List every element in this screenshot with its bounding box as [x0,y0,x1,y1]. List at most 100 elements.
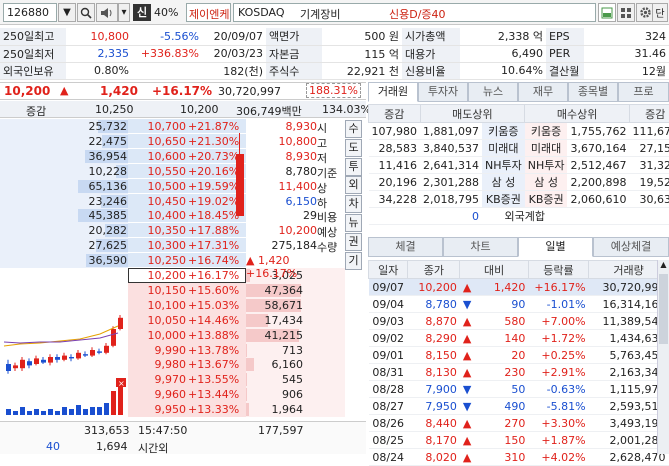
lower-tabs: 체결차트일별예상체결 [368,237,669,257]
tab-0[interactable]: 거래원 [368,82,418,102]
info-value: 12월 [584,62,669,79]
bid-qty: 58,671 [265,299,304,312]
candle [34,358,39,364]
candle [62,356,67,360]
candle [118,318,123,329]
broker-cell: 30,637 [629,191,669,208]
daily-row[interactable]: 08/277,950▼490-5.81%2,593,513 [369,398,669,415]
info-value: 2,338 억 [460,28,546,45]
info-row: 250일최저2,335+336.83%20/03/23자본금115 억대용가6,… [0,45,669,62]
down-arrow-icon: ▼ [463,400,471,413]
side-button[interactable]: 수 [345,120,362,138]
stock-code-input[interactable]: 126880 [3,3,57,22]
lower-tab-1[interactable]: 차트 [443,237,518,257]
daily-rate: -5.81% [528,398,588,415]
daily-close: 10,200 [408,279,460,296]
sound-dropdown-icon[interactable]: ▾ [118,3,130,22]
daily-close: 8,870 [408,313,460,330]
daily-row[interactable]: 08/318,130▲230+2.91%2,163,344 [369,364,669,381]
side-button[interactable]: 외 [345,176,362,194]
ask-pct: +17.88% [188,224,239,237]
info-value: 22,921 천 [322,62,402,79]
broker-cell: 107,980 [369,123,421,140]
broker-cell: KB증권 [482,191,525,208]
candle [69,357,74,358]
daily-row[interactable]: 09/048,780▼90-1.01%16,314,168 [369,296,669,313]
broker-cell: 19,527 [629,174,669,191]
daily-row[interactable]: 09/038,870▲580+7.00%11,389,547 [369,313,669,330]
grid-icon[interactable] [617,3,635,22]
broker-row[interactable]: 28,5833,840,537미래대미래대3,670,16427,159 [369,140,669,157]
tab-2[interactable]: 뉴스 [468,82,518,102]
volume-bar [69,409,74,415]
daily-row[interactable]: 08/287,900▼50-0.63%1,115,979 [369,381,669,398]
daily-row[interactable]: 08/248,020▲310+4.02%2,628,470 [369,449,669,466]
side-button[interactable]: 권 [345,233,362,251]
scroll-thumb[interactable] [659,274,668,344]
ask-qty: 20,282 [89,224,128,237]
daily-row[interactable]: 08/268,440▲270+3.30%3,493,198 [369,415,669,432]
lower-tab-3[interactable]: 예상체결 [593,237,669,257]
ask-price: 10,600 [130,150,186,163]
daily-change: 230 [504,366,525,379]
daily-scrollbar[interactable]: ▲ [657,260,669,454]
candle [41,360,46,363]
ask-pct: +19.59% [188,180,239,193]
daily-rate: +7.00% [528,313,588,330]
daily-row[interactable]: 08/258,170▲150+1.87%2,001,284 [369,432,669,449]
info-value: 324 [584,28,669,45]
bid-qty-bar [246,344,247,357]
side-button[interactable]: 뉴 [345,214,362,232]
daily-change-cell: ▲1,420 [460,279,529,296]
memo-icon[interactable] [598,3,616,22]
bid-price: 9,980 [130,358,186,371]
sound-icon[interactable] [96,3,118,22]
dropdown-icon[interactable]: ▼ [58,3,76,22]
ob-header-label: 증감 [26,103,46,119]
summary-row: 10,800고 [246,134,345,149]
lower-tab-0[interactable]: 체결 [368,237,443,257]
tab-4[interactable]: 종목별 [568,82,618,102]
lower-tab-2[interactable]: 일별 [518,237,593,257]
orderbook-header: 증감 10,250 10,200 306,749백만 134.03% [0,101,366,118]
broker-row[interactable]: 11,4162,641,314NH투자NH투자2,512,46731,323 [369,157,669,174]
broker-cell: 삼 성 [525,174,568,191]
broker-row[interactable]: 20,1962,301,288삼 성삼 성2,200,89819,527 [369,174,669,191]
daily-close: 8,170 [408,432,460,449]
tab-3[interactable]: 재무 [518,82,568,102]
scroll-up-icon[interactable]: ▲ [658,260,669,272]
side-button[interactable]: 차 [345,195,362,213]
info-label: 외국인보유 [0,62,66,79]
daily-row[interactable]: 09/0710,200▲1,420+16.17%30,720,997 [369,279,669,296]
daily-row[interactable]: 09/018,150▲20+0.25%5,763,457 [369,347,669,364]
summary-value: 8,930 [286,150,318,163]
summary-value: 29 [303,209,317,222]
side-button[interactable]: 투 [345,158,362,176]
bid-pct: +13.78% [188,344,239,357]
tab-5[interactable]: 프로 [618,82,669,102]
menu-button[interactable]: 단 [652,3,668,22]
info-value: -5.56% [132,28,202,45]
tab-1[interactable]: 투자자 [418,82,468,102]
ask-qty: 36,954 [89,150,128,163]
daily-row[interactable]: 09/028,290▲140+1.72%1,434,636 [369,330,669,347]
side-button[interactable]: 도 [345,139,362,157]
broker-row[interactable]: 34,2282,018,795KB증권KB증권2,060,61030,637 [369,191,669,208]
bid-price: 10,100 [130,299,186,312]
price-rate: +16.17% [152,84,212,98]
daily-date: 08/28 [369,381,408,398]
side-button[interactable]: 기 [345,252,362,270]
broker-cell: 2,512,467 [567,157,629,174]
bid-pct: +16.17% [188,269,239,282]
candle [6,364,11,371]
broker-header-cell: 증감 [369,105,421,123]
search-icon[interactable] [77,3,95,22]
broker-cell: 3,670,164 [567,140,629,157]
broker-row[interactable]: 107,9801,881,097키움증키움증1,755,762111,679 [369,123,669,140]
daily-change-cell: ▲230 [460,364,529,381]
ask-qty: 36,590 [89,254,128,267]
daily-close: 8,780 [408,296,460,313]
summary-value: 8,780 [286,165,318,178]
margin-rate: 40% [154,6,178,19]
ask-price: 10,250 [130,254,186,267]
